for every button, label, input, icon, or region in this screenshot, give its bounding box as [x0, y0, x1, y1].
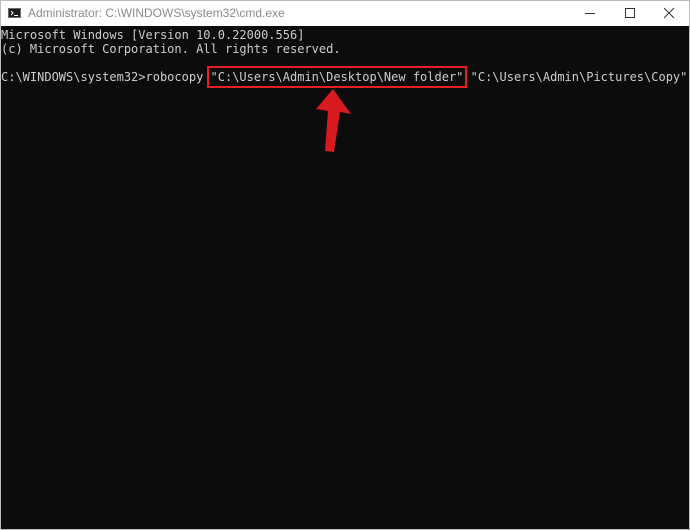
close-button[interactable] — [649, 1, 689, 26]
destination-path-text: "C:\Users\Admin\Pictures\Copy" — [463, 70, 688, 84]
maximize-icon — [625, 8, 635, 18]
maximize-button[interactable] — [610, 1, 650, 26]
command-line[interactable]: C:\WINDOWS\system32>robocopy "C:\Users\A… — [1, 66, 688, 88]
cmd-icon[interactable] — [8, 8, 21, 18]
prompt-text: C:\WINDOWS\system32> — [1, 70, 146, 84]
red-arrow-icon — [316, 89, 351, 152]
scrollbar[interactable] — [681, 26, 689, 529]
minimize-icon — [585, 13, 595, 14]
version-line: Microsoft Windows [Version 10.0.22000.55… — [1, 28, 305, 42]
source-path-highlight: "C:\Users\Admin\Desktop\New folder" — [206, 66, 468, 88]
title-bar[interactable]: Administrator: C:\WINDOWS\system32\cmd.e… — [1, 1, 689, 26]
minimize-button[interactable] — [570, 1, 610, 26]
copyright-line: (c) Microsoft Corporation. All rights re… — [1, 42, 341, 56]
cmd-window: Administrator: C:\WINDOWS\system32\cmd.e… — [0, 0, 690, 530]
console-output[interactable]: Microsoft Windows [Version 10.0.22000.55… — [1, 26, 689, 529]
close-icon — [663, 7, 675, 19]
window-title: Administrator: C:\WINDOWS\system32\cmd.e… — [28, 6, 285, 20]
command-text: robocopy — [145, 70, 211, 84]
